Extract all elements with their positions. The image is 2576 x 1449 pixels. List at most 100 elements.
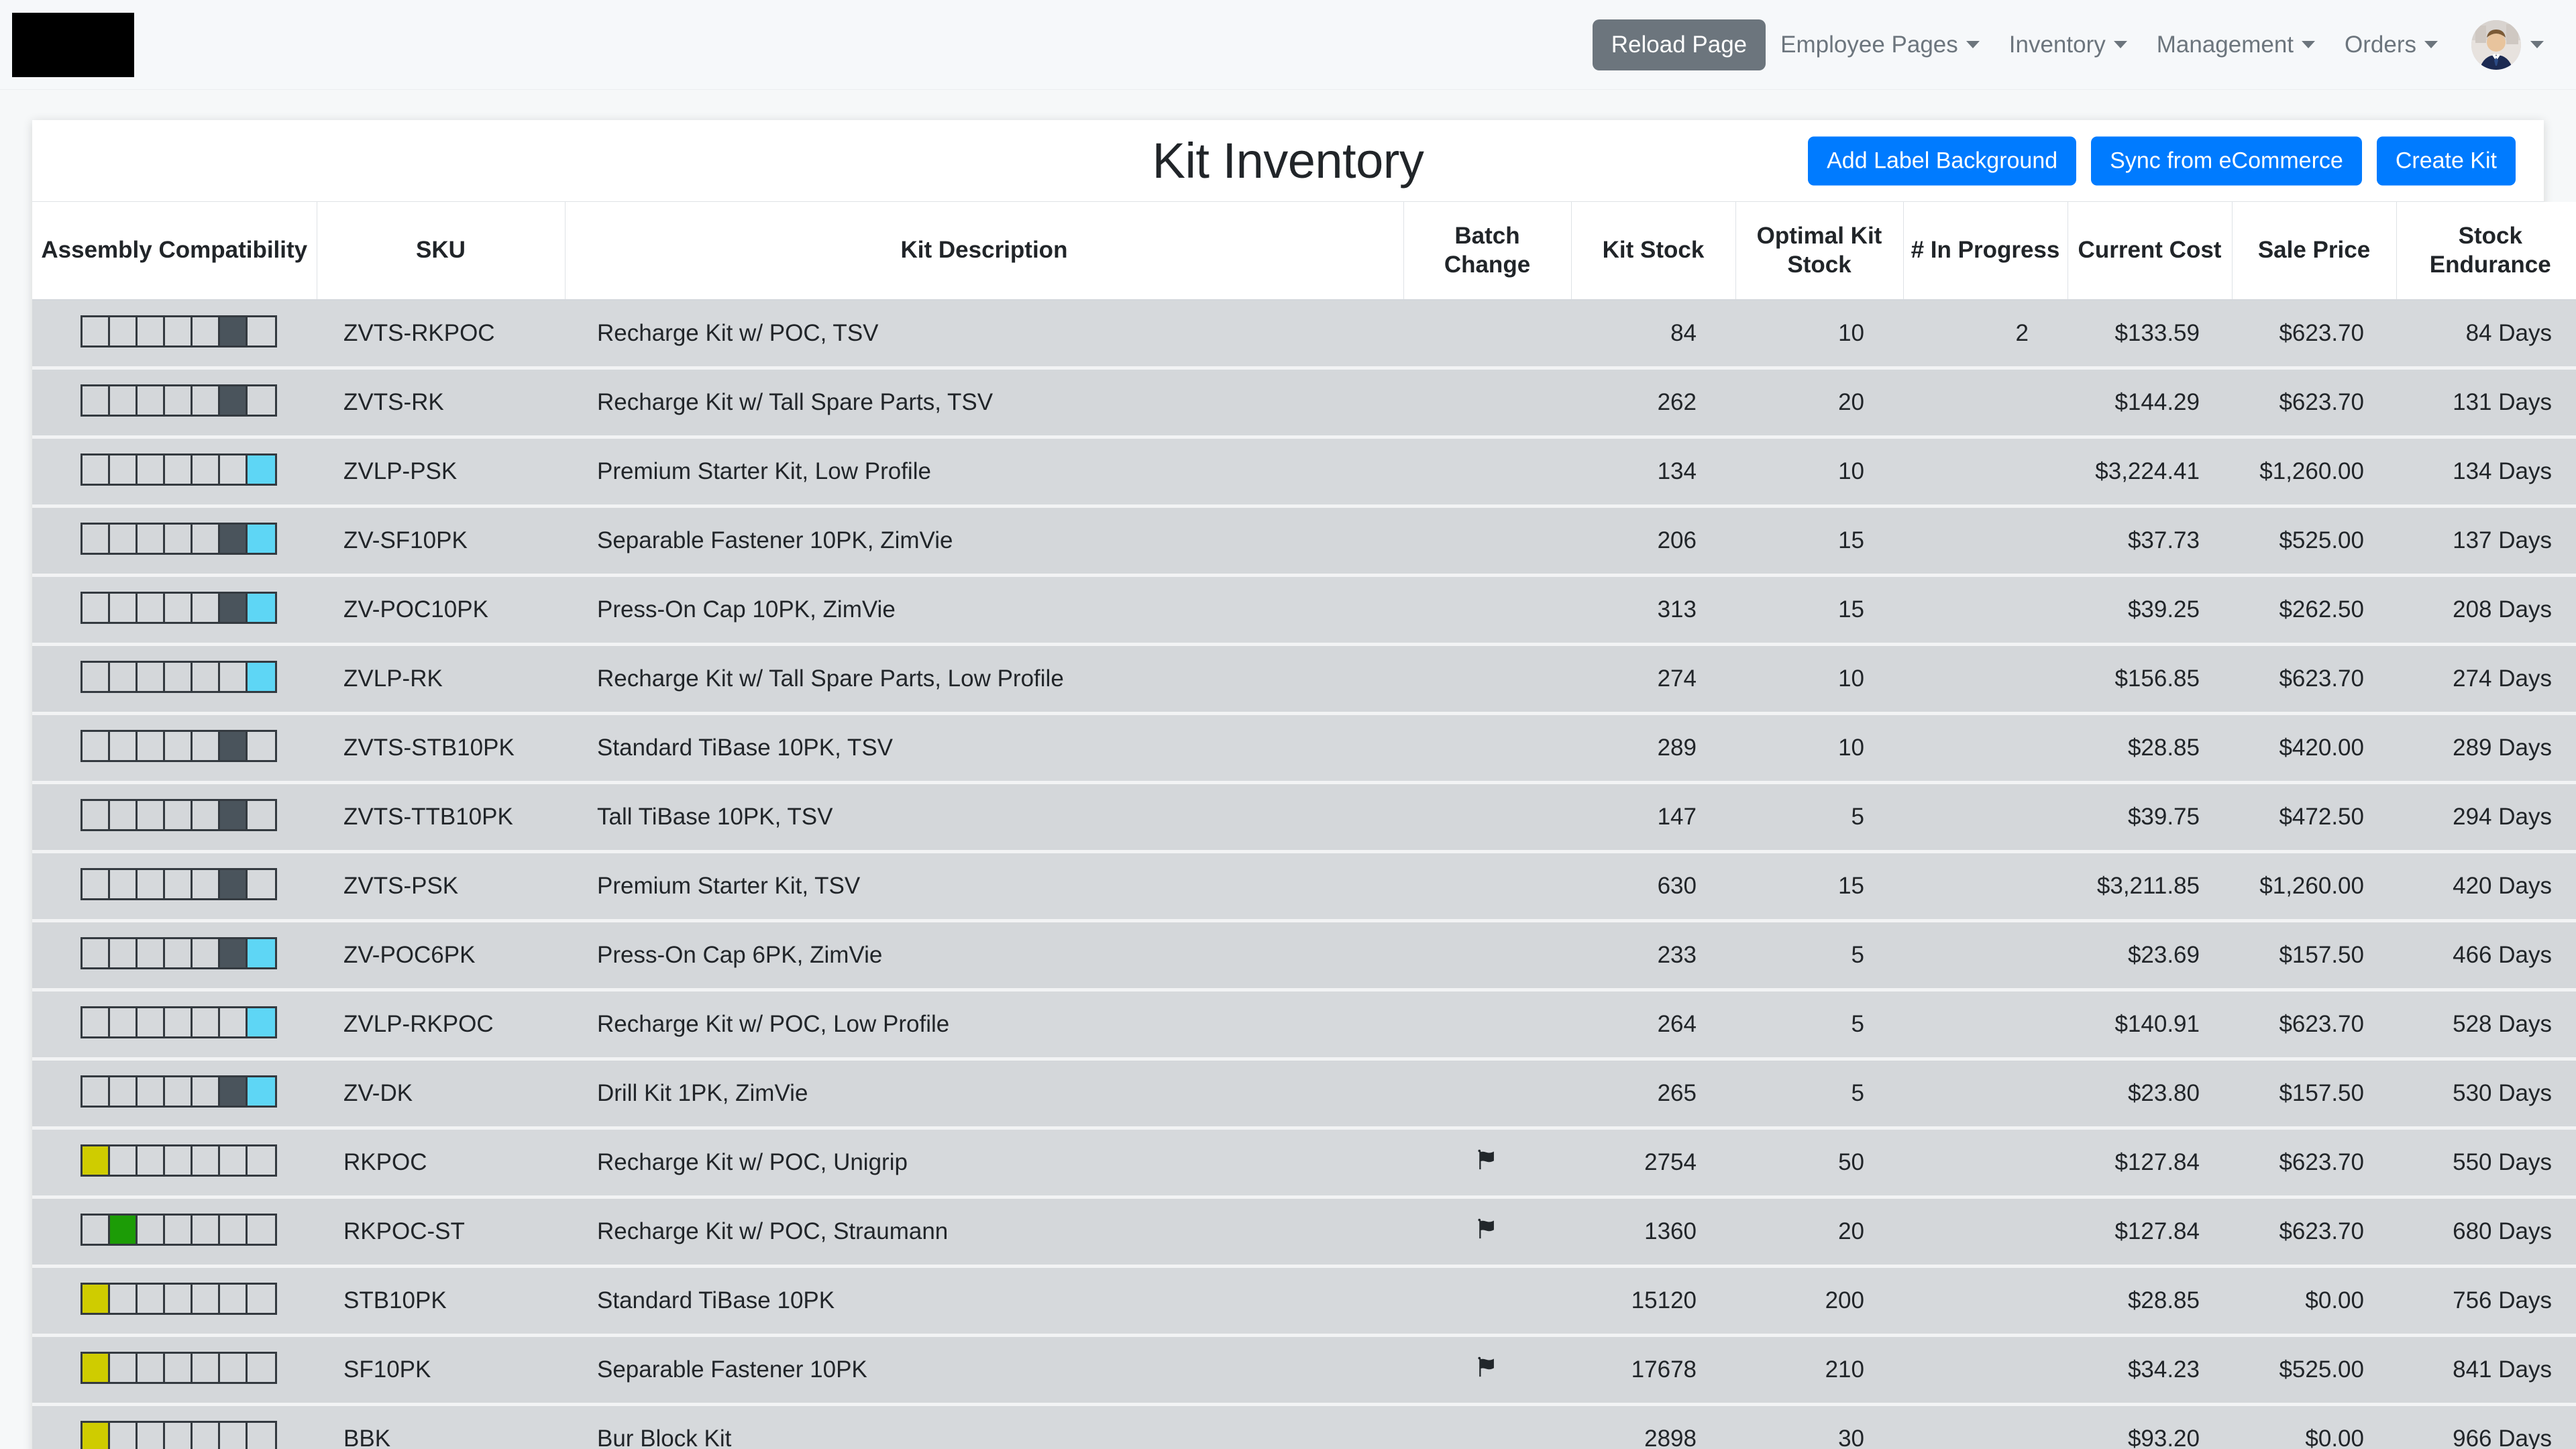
table-row[interactable]: ZV-POC6PK Press-On Cap 6PK, ZimVie 233 5 $23… — [32, 920, 2576, 992]
table-row[interactable]: BBK Bur Block Kit 2898 30 $93.20 $0.00 966 Day… — [32, 1404, 2576, 1449]
column-header-kit-stock[interactable]: Kit Stock — [1571, 202, 1736, 301]
cell-assembly-compatibility[interactable] — [32, 300, 317, 370]
nav-item-management[interactable]: Management — [2142, 32, 2330, 58]
cell-batch-change[interactable] — [1403, 782, 1571, 854]
table-row[interactable]: ZVTS-RKPOC Recharge Kit w/ POC, TSV 84 10 2 $… — [32, 300, 2576, 370]
column-header-sale-price[interactable]: Sale Price — [2232, 202, 2397, 301]
column-header-assembly-compatibility[interactable]: Assembly Compatibility — [32, 202, 317, 301]
cell-sku: ZV-POC6PK — [317, 920, 565, 992]
cell-optimal-kit-stock: 5 — [1735, 920, 1903, 992]
cell-in-progress — [1903, 1197, 2068, 1269]
cell-kit-stock: 134 — [1571, 437, 1735, 508]
cell-batch-change[interactable] — [1403, 713, 1571, 785]
sync-from-ecommerce-button[interactable]: Sync from eCommerce — [2091, 136, 2362, 185]
cell-assembly-compatibility[interactable] — [32, 644, 317, 716]
table-row[interactable]: ZVTS-PSK Premium Starter Kit, TSV 630 15 $3,… — [32, 851, 2576, 923]
cell-batch-change[interactable] — [1403, 1266, 1571, 1338]
table-row[interactable]: RKPOC-ST Recharge Kit w/ POC, Straumann 13… — [32, 1197, 2576, 1269]
compat-cell — [193, 525, 220, 553]
table-row[interactable]: ZVTS-TTB10PK Tall TiBase 10PK, TSV 147 5 $39… — [32, 782, 2576, 854]
cell-sale-price: $525.00 — [2232, 1335, 2396, 1407]
cell-assembly-compatibility[interactable] — [32, 1335, 317, 1407]
cell-assembly-compatibility[interactable] — [32, 1266, 317, 1338]
reload-page-button[interactable]: Reload Page — [1592, 19, 1766, 70]
table-row[interactable]: ZV-DK Drill Kit 1PK, ZimVie 265 5 $23.80 $157… — [32, 1059, 2576, 1130]
cell-assembly-compatibility[interactable] — [32, 1197, 317, 1269]
assembly-compatibility-indicator — [80, 1214, 277, 1246]
column-header-stock-endurance[interactable]: Stock Endurance — [2396, 202, 2576, 301]
cell-current-cost: $144.29 — [2068, 368, 2232, 439]
cell-sale-price: $1,260.00 — [2232, 851, 2396, 923]
column-header-current-cost[interactable]: Current Cost — [2068, 202, 2233, 301]
cell-batch-change[interactable] — [1403, 920, 1571, 992]
cell-kit-description: Drill Kit 1PK, ZimVie — [565, 1059, 1403, 1130]
table-row[interactable]: ZVTS-STB10PK Standard TiBase 10PK, TSV 289… — [32, 713, 2576, 785]
table-row[interactable]: ZVLP-PSK Premium Starter Kit, Low Profile… — [32, 437, 2576, 508]
nav-item-orders[interactable]: Orders — [2330, 32, 2453, 58]
cell-batch-change[interactable] — [1403, 437, 1571, 508]
column-header-optimal-kit-stock[interactable]: Optimal Kit Stock — [1735, 202, 1904, 301]
cell-in-progress — [1903, 782, 2068, 854]
compat-cell — [165, 732, 193, 761]
table-row[interactable]: STB10PK Standard TiBase 10PK 15120 200 $28.8… — [32, 1266, 2576, 1338]
cell-assembly-compatibility[interactable] — [32, 1059, 317, 1130]
cell-batch-change[interactable] — [1403, 644, 1571, 716]
cell-batch-change[interactable] — [1403, 300, 1571, 370]
table-row[interactable]: ZV-SF10PK Separable Fastener 10PK, ZimVie… — [32, 506, 2576, 578]
cell-assembly-compatibility[interactable] — [32, 437, 317, 508]
table-row[interactable]: ZVLP-RK Recharge Kit w/ Tall Spare Parts,… — [32, 644, 2576, 716]
flag-icon[interactable] — [1476, 1148, 1499, 1178]
cell-batch-change[interactable] — [1403, 368, 1571, 439]
table-row[interactable]: ZVTS-RK Recharge Kit w/ Tall Spare Parts,… — [32, 368, 2576, 439]
cell-assembly-compatibility[interactable] — [32, 368, 317, 439]
compat-cell — [193, 1077, 220, 1106]
cell-batch-change[interactable] — [1403, 1128, 1571, 1199]
cell-assembly-compatibility[interactable] — [32, 920, 317, 992]
nav-item-employee-pages[interactable]: Employee Pages — [1766, 32, 1994, 58]
cell-in-progress — [1903, 713, 2068, 785]
column-header-in-progress[interactable]: # In Progress — [1903, 202, 2068, 301]
flag-icon[interactable] — [1476, 1217, 1499, 1247]
cell-assembly-compatibility[interactable] — [32, 575, 317, 647]
nav-item-inventory[interactable]: Inventory — [1994, 32, 2142, 58]
assembly-compatibility-indicator — [80, 1006, 277, 1039]
cell-assembly-compatibility[interactable] — [32, 782, 317, 854]
cell-batch-change[interactable] — [1403, 989, 1571, 1061]
cell-batch-change[interactable] — [1403, 1197, 1571, 1269]
cell-batch-change[interactable] — [1403, 851, 1571, 923]
cell-sale-price: $420.00 — [2232, 713, 2396, 785]
cell-batch-change[interactable] — [1403, 575, 1571, 647]
cell-assembly-compatibility[interactable] — [32, 851, 317, 923]
cell-batch-change[interactable] — [1403, 1335, 1571, 1407]
add-label-background-button[interactable]: Add Label Background — [1808, 136, 2077, 185]
company-logo[interactable] — [12, 12, 134, 77]
cell-assembly-compatibility[interactable] — [32, 1128, 317, 1199]
cell-batch-change[interactable] — [1403, 1404, 1571, 1449]
cell-assembly-compatibility[interactable] — [32, 989, 317, 1061]
cell-sku: RKPOC — [317, 1128, 565, 1199]
cell-batch-change[interactable] — [1403, 506, 1571, 578]
cell-sku: ZV-POC10PK — [317, 575, 565, 647]
table-row[interactable]: ZV-POC10PK Press-On Cap 10PK, ZimVie 313 15… — [32, 575, 2576, 647]
compat-cell — [110, 1077, 138, 1106]
table-row[interactable]: RKPOC Recharge Kit w/ POC, Unigrip 2754 50 $… — [32, 1128, 2576, 1199]
cell-batch-change[interactable] — [1403, 1059, 1571, 1130]
cell-current-cost: $23.80 — [2068, 1059, 2232, 1130]
column-header-batch-change[interactable]: Batch Change — [1403, 202, 1572, 301]
table-row[interactable]: SF10PK Separable Fastener 10PK 17678 210 $34… — [32, 1335, 2576, 1407]
create-kit-button[interactable]: Create Kit — [2376, 136, 2516, 185]
user-menu[interactable] — [2471, 19, 2544, 70]
cell-kit-description: Press-On Cap 10PK, ZimVie — [565, 575, 1403, 647]
compat-cell — [248, 870, 275, 898]
cell-current-cost: $39.25 — [2068, 575, 2232, 647]
cell-assembly-compatibility[interactable] — [32, 713, 317, 785]
table-row[interactable]: ZVLP-RKPOC Recharge Kit w/ POC, Low Profi… — [32, 989, 2576, 1061]
compat-cell — [248, 386, 275, 415]
flag-icon[interactable] — [1476, 1355, 1499, 1385]
cell-assembly-compatibility[interactable] — [32, 506, 317, 578]
column-header-kit-description[interactable]: Kit Description — [565, 202, 1404, 301]
cell-assembly-compatibility[interactable] — [32, 1404, 317, 1449]
assembly-compatibility-indicator — [80, 799, 277, 832]
column-header-sku[interactable]: SKU — [317, 202, 566, 301]
compat-cell — [138, 732, 165, 761]
